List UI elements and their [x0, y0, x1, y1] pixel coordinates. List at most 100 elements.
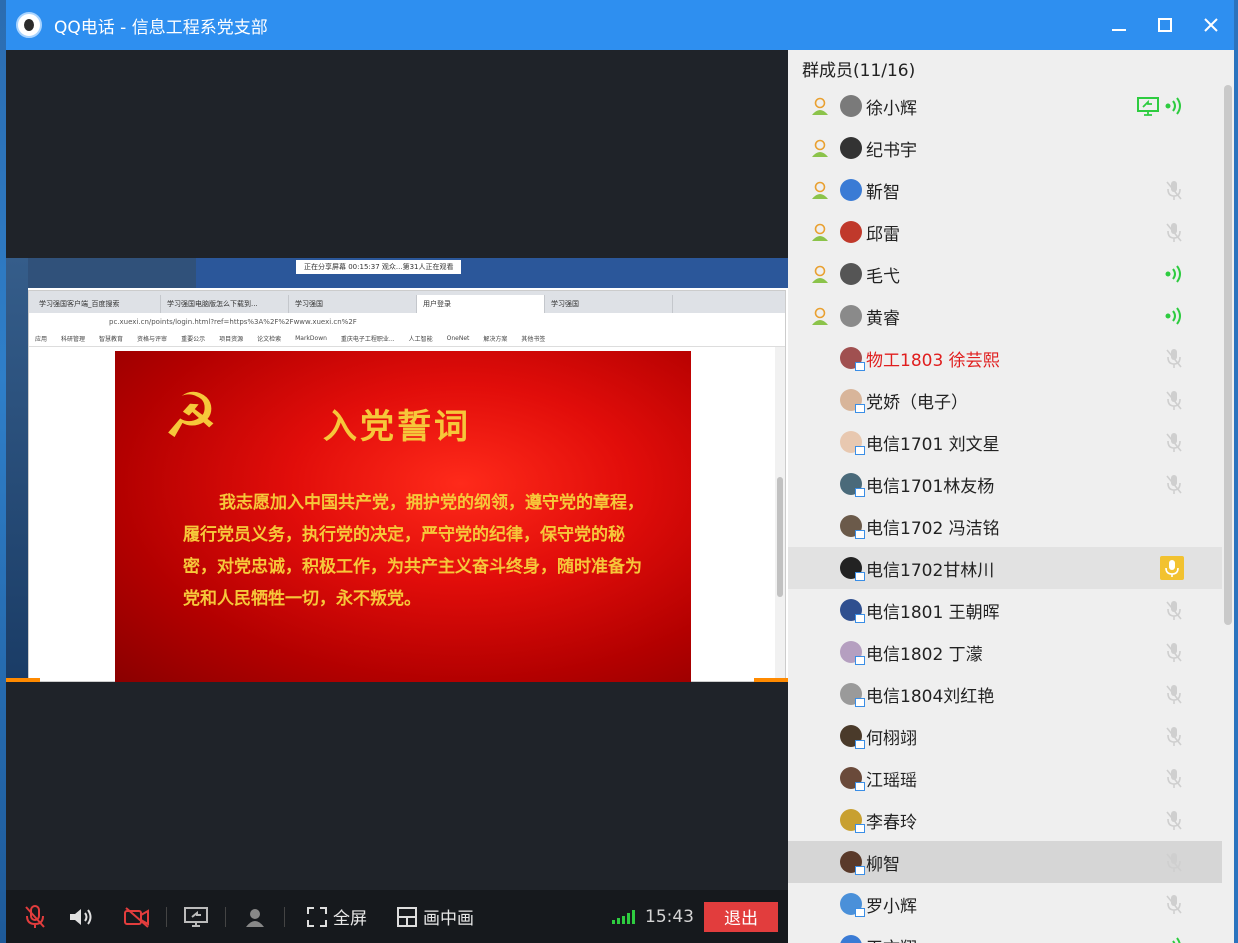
avatar[interactable]	[840, 725, 865, 749]
speaking-icon	[1165, 265, 1181, 283]
member-name: 王文翔	[866, 934, 917, 943]
avatar[interactable]	[840, 683, 865, 707]
member-name: 江瑶瑶	[866, 770, 917, 791]
bookmark: 应用	[35, 336, 48, 343]
mic-muted-icon	[1166, 349, 1182, 368]
share-screen-button[interactable]	[173, 906, 219, 928]
member-name: 电信1702 冯洁铭	[866, 518, 1000, 539]
avatar[interactable]	[840, 431, 865, 455]
minimize-icon	[1112, 29, 1126, 31]
member-row[interactable]: 罗小辉	[788, 883, 1222, 925]
qq-logo-icon	[16, 12, 42, 38]
speaker-button[interactable]	[58, 906, 104, 928]
avatar[interactable]	[840, 809, 865, 833]
mic-active-icon	[1160, 556, 1184, 580]
bookmark: 其他书签	[521, 336, 546, 343]
member-row[interactable]: 电信1702甘林川	[788, 547, 1222, 589]
member-role-icon	[812, 97, 828, 115]
window-title: QQ电话 - 信息工程系党支部	[54, 17, 268, 38]
member-status	[1164, 421, 1184, 463]
mic-muted-icon	[1166, 391, 1182, 410]
avatar[interactable]	[840, 347, 865, 371]
picture-in-picture-button[interactable]: 画中画	[397, 904, 474, 929]
camera-off-button[interactable]	[114, 906, 160, 928]
browser-scrollbar[interactable]	[775, 347, 785, 682]
avatar[interactable]	[840, 179, 862, 201]
member-status	[1164, 253, 1184, 295]
member-row[interactable]: 电信1701林友杨	[788, 463, 1222, 505]
browser-tabs: 学习强国客户端_百度搜索 学习强国电脑版怎么下载到... 学习强国 用户登录 学…	[29, 291, 785, 313]
member-row[interactable]: 何栩翊	[788, 715, 1222, 757]
member-name: 电信1802 丁濛	[866, 644, 983, 665]
fullscreen-icon	[307, 906, 327, 927]
member-name: 电信1804刘红艳	[866, 686, 995, 707]
member-role-icon	[812, 139, 828, 157]
member-row[interactable]: 物工1803 徐芸熙	[788, 337, 1222, 379]
maximize-button[interactable]	[1142, 0, 1188, 50]
member-row[interactable]: 电信1702 冯洁铭	[788, 505, 1222, 547]
pc-client-icon	[855, 362, 865, 371]
avatar[interactable]	[840, 599, 865, 623]
avatar[interactable]	[840, 221, 862, 243]
mic-muted-icon	[1166, 433, 1182, 452]
avatar[interactable]	[840, 557, 865, 581]
member-status	[1164, 379, 1184, 421]
avatar[interactable]	[840, 767, 865, 791]
pc-client-icon	[855, 572, 865, 581]
avatar[interactable]	[840, 893, 865, 917]
avatar[interactable]	[840, 137, 862, 159]
avatar[interactable]	[840, 263, 862, 285]
mic-muted-icon	[1166, 601, 1182, 620]
avatar[interactable]	[840, 305, 862, 327]
slide-body: 我志愿加入中国共产党，拥护党的纲领，遵守党的章程，履行党员义务，执行党的决定，严…	[183, 493, 644, 609]
member-row[interactable]: 王文翔	[788, 925, 1222, 943]
minimize-button[interactable]	[1096, 0, 1142, 50]
member-status	[1164, 295, 1184, 337]
call-toolbar: 全屏 画中画 15:43 退出	[6, 890, 788, 943]
member-row[interactable]: 纪书宇	[788, 127, 1222, 169]
member-row[interactable]: 徐小辉	[788, 85, 1222, 127]
avatar[interactable]	[840, 641, 865, 665]
mic-muted-icon	[1166, 475, 1182, 494]
member-scrollbar[interactable]	[1224, 85, 1232, 625]
browser-tab-active: 用户登录	[417, 295, 545, 313]
member-row[interactable]: 电信1804刘红艳	[788, 673, 1222, 715]
member-row[interactable]: 江瑶瑶	[788, 757, 1222, 799]
avatar[interactable]	[840, 851, 865, 875]
shared-screen[interactable]: 正在分享屏幕 00:15:37 观众...第31人正在观看 学习强国客户端_百度…	[6, 258, 788, 682]
title-bar[interactable]: QQ电话 - 信息工程系党支部	[6, 0, 1234, 50]
member-row[interactable]: 李春玲	[788, 799, 1222, 841]
member-row[interactable]: 电信1701 刘文星	[788, 421, 1222, 463]
avatar[interactable]	[840, 389, 865, 413]
member-row[interactable]: 邱雷	[788, 211, 1222, 253]
picture-in-picture-label: 画中画	[423, 909, 474, 929]
member-row[interactable]: 电信1801 王朝晖	[788, 589, 1222, 631]
member-name: 李春玲	[866, 812, 917, 833]
fullscreen-button[interactable]: 全屏	[307, 904, 367, 929]
member-row[interactable]: 柳智	[788, 841, 1222, 883]
avatar[interactable]	[840, 515, 865, 539]
member-panel: 群成员(11/16) 徐小辉 纪书宇 靳智 邱雷 毛弋 黄睿 物工1803 徐芸熙 党娇（电子…	[788, 50, 1234, 943]
member-status	[1164, 673, 1184, 715]
qq-call-window: QQ电话 - 信息工程系党支部 正在分享屏幕 00:15:37 观众...第31…	[6, 0, 1234, 943]
browser-bookmarks: 应用 科研管理 智慧教育 资格与评审 重要公示 项目资源 论文检索 MarkDo…	[29, 331, 785, 347]
member-row[interactable]: 靳智	[788, 169, 1222, 211]
browser-scroll-thumb[interactable]	[777, 477, 783, 597]
mic-muted-icon	[1166, 727, 1182, 746]
mic-muted-icon	[1166, 643, 1182, 662]
mic-muted-button[interactable]	[12, 904, 58, 930]
exit-call-button[interactable]: 退出	[704, 901, 778, 932]
member-row[interactable]: 电信1802 丁濛	[788, 631, 1222, 673]
avatar[interactable]	[840, 935, 862, 943]
member-row[interactable]: 黄睿	[788, 295, 1222, 337]
member-row[interactable]: 党娇（电子）	[788, 379, 1222, 421]
close-button[interactable]	[1188, 0, 1234, 50]
member-row[interactable]: 毛弋	[788, 253, 1222, 295]
party-emblem-icon: ☭	[163, 379, 219, 452]
avatar[interactable]	[840, 473, 865, 497]
toolbar-divider	[166, 906, 167, 927]
whiteboard-button[interactable]	[232, 906, 278, 928]
member-name: 电信1702甘林川	[866, 560, 995, 581]
call-timer: 15:43	[645, 906, 694, 927]
avatar[interactable]	[840, 95, 862, 117]
